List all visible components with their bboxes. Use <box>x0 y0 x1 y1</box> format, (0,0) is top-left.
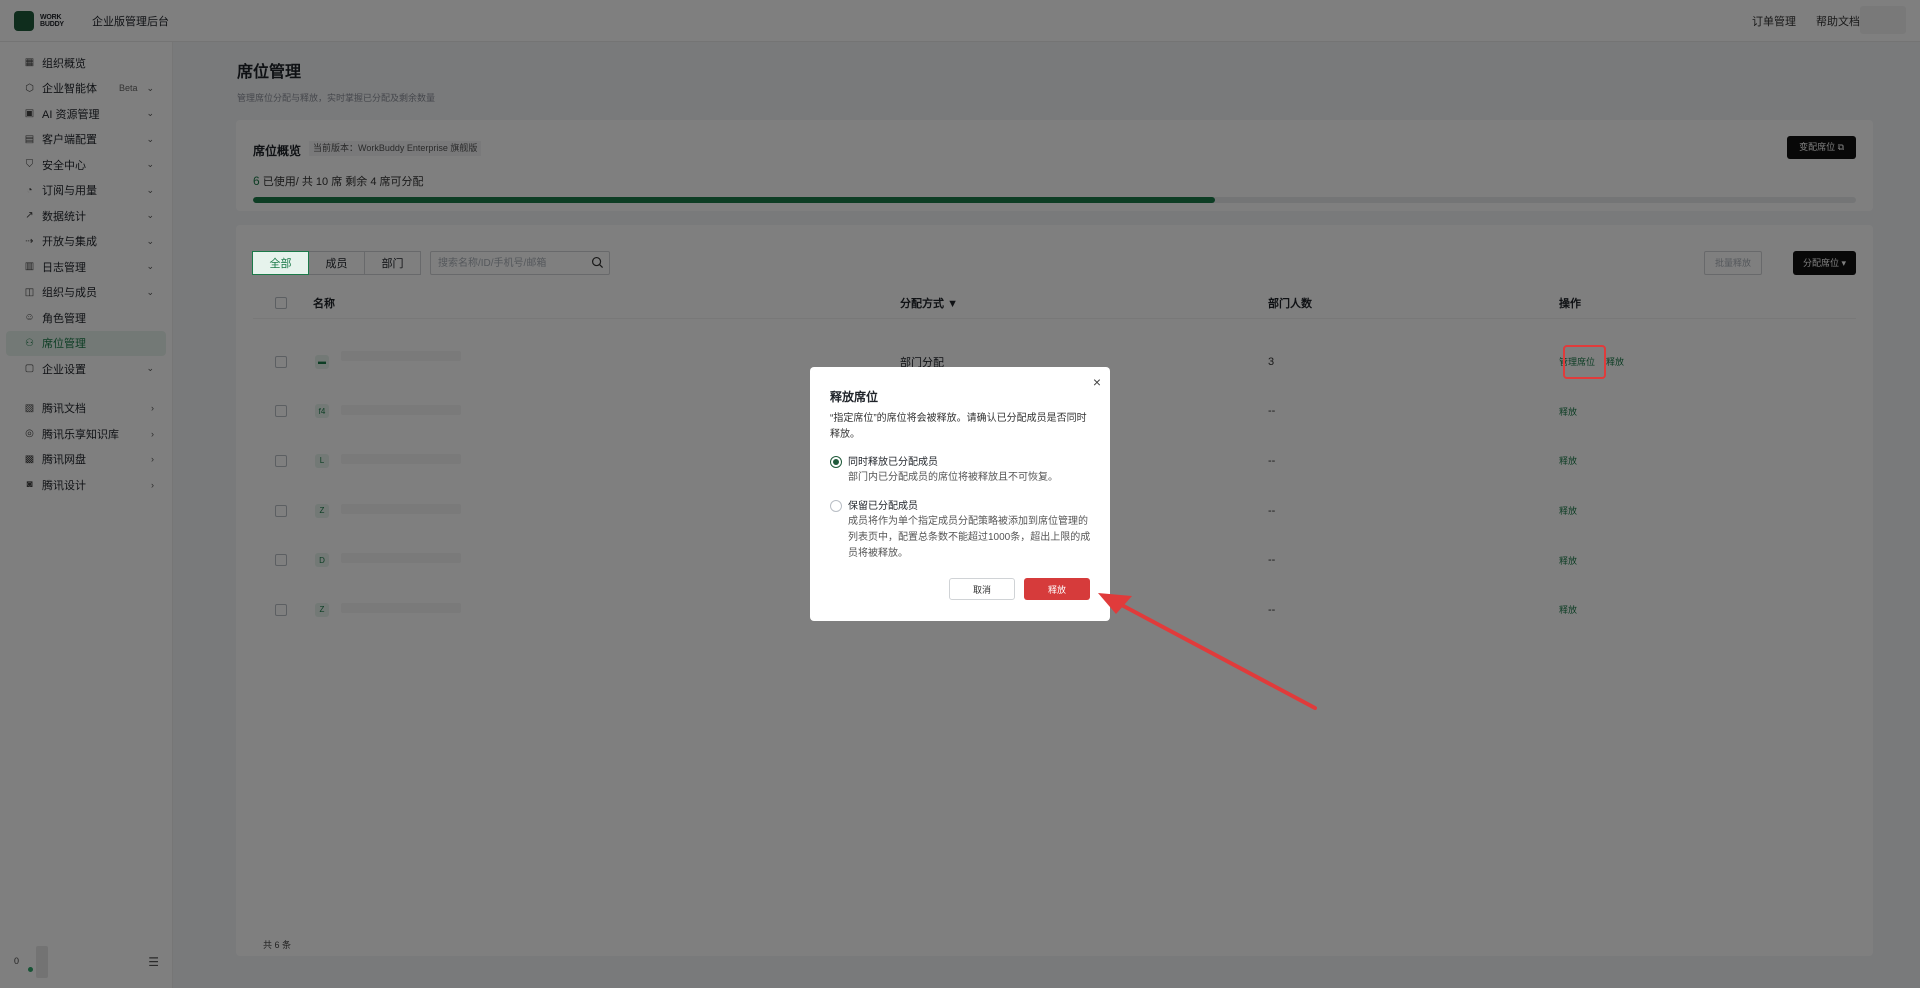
tab-all[interactable]: 全部 <box>252 251 309 275</box>
close-icon[interactable]: × <box>1093 374 1101 390</box>
radio-keep-members[interactable] <box>830 500 842 512</box>
dialog-description: “指定席位”的席位将会被释放。请确认已分配成员是否同时释放。 <box>830 413 1087 440</box>
annotation-highlight-box <box>1563 345 1606 379</box>
annotation-arrow-icon <box>1098 593 1317 710</box>
radio-release-members[interactable] <box>830 456 842 468</box>
option-desc: 部门内已分配成员的席位将被释放且不可恢复。 <box>848 472 1058 483</box>
confirm-release-button[interactable]: 释放 <box>1024 578 1090 600</box>
cancel-button[interactable]: 取消 <box>949 578 1015 600</box>
option-desc: 成员将作为单个指定成员分配策略被添加到席位管理的列表页中，配置总条数不能超过10… <box>848 516 1091 559</box>
option-title: 保留已分配成员 <box>848 501 918 512</box>
dialog-title: 释放席位 <box>830 390 879 404</box>
release-seat-dialog: 释放席位 × “指定席位”的席位将会被释放。请确认已分配成员是否同时释放。 同时… <box>810 367 1110 621</box>
option-title: 同时释放已分配成员 <box>848 457 938 468</box>
